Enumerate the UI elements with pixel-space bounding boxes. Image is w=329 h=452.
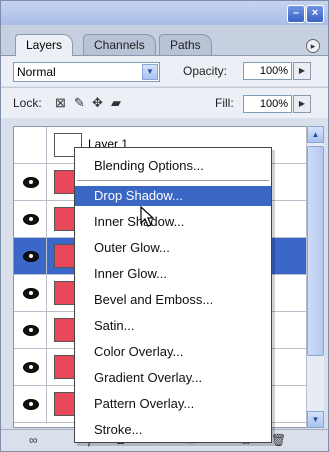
- scroll-up-icon[interactable]: ▲: [307, 126, 324, 143]
- eye-icon: [23, 288, 39, 299]
- close-icon[interactable]: ×: [306, 5, 324, 23]
- menu-item-color-overlay[interactable]: Color Overlay...: [75, 342, 271, 362]
- lock-all-icon[interactable]: ▰: [111, 96, 121, 110]
- blend-mode-select[interactable]: Normal ▼: [13, 62, 160, 82]
- menu-item-bevel-and-emboss[interactable]: Bevel and Emboss...: [75, 290, 271, 310]
- scroll-thumb[interactable]: [307, 146, 324, 356]
- menu-item-stroke[interactable]: Stroke...: [75, 420, 271, 440]
- menu-item-outer-glow[interactable]: Outer Glow...: [75, 238, 271, 258]
- visibility-toggle[interactable]: [14, 275, 47, 311]
- lock-row: Lock: ⊠ ✎ ✥ ▰ Fill: 100% ▶: [1, 87, 328, 118]
- blend-mode-value: Normal: [17, 65, 56, 79]
- minimize-icon[interactable]: –: [287, 5, 305, 23]
- chevron-down-icon[interactable]: ▼: [142, 64, 158, 80]
- menu-item-gradient-overlay[interactable]: Gradient Overlay...: [75, 368, 271, 388]
- tab-layers[interactable]: Layers: [15, 34, 74, 56]
- tab-paths[interactable]: Paths: [159, 34, 212, 55]
- opacity-label: Opacity:: [183, 64, 228, 78]
- visibility-toggle[interactable]: [14, 349, 47, 385]
- menu-item-inner-shadow[interactable]: Inner Shadow...: [75, 212, 271, 232]
- blend-row: Normal ▼ Opacity: 100% ▶: [1, 56, 328, 86]
- visibility-toggle[interactable]: [14, 238, 47, 274]
- lock-move-icon[interactable]: ✥: [92, 96, 103, 110]
- eye-icon: [23, 325, 39, 336]
- menu-item-inner-glow[interactable]: Inner Glow...: [75, 264, 271, 284]
- fill-label: Fill:: [215, 96, 234, 110]
- fill-slider-arrow-icon[interactable]: ▶: [293, 95, 311, 113]
- link-layers-icon[interactable]: ∞: [29, 433, 38, 447]
- fill-field[interactable]: 100%: [243, 95, 292, 113]
- menu-separator: [77, 180, 269, 181]
- eye-icon: [23, 251, 39, 262]
- visibility-toggle[interactable]: [14, 164, 47, 200]
- tab-channels[interactable]: Channels: [83, 34, 156, 55]
- menu-item-pattern-overlay[interactable]: Pattern Overlay...: [75, 394, 271, 414]
- lock-transparent-icon[interactable]: ⊠: [55, 96, 66, 110]
- opacity-field[interactable]: 100%: [243, 62, 292, 80]
- cursor-arrow-icon: [140, 206, 155, 227]
- visibility-toggle[interactable]: [14, 201, 47, 237]
- palette-tabs: Layers Channels Paths ▸: [1, 25, 328, 56]
- eye-icon: [23, 362, 39, 373]
- layer-style-context-menu: Blending Options... Drop Shadow... Inner S…: [74, 147, 272, 443]
- eye-icon: [23, 214, 39, 225]
- visibility-toggle[interactable]: [14, 386, 47, 422]
- visibility-toggle[interactable]: [14, 127, 47, 163]
- eye-icon: [23, 399, 39, 410]
- scroll-down-icon[interactable]: ▼: [307, 411, 324, 428]
- visibility-toggle[interactable]: [14, 312, 47, 348]
- menu-item-satin[interactable]: Satin...: [75, 316, 271, 336]
- layers-scrollbar[interactable]: ▲ ▼: [306, 126, 324, 428]
- menu-item-drop-shadow[interactable]: Drop Shadow...: [75, 186, 271, 206]
- palette-menu-icon[interactable]: ▸: [306, 39, 320, 53]
- palette-titlebar: – ×: [1, 1, 328, 25]
- lock-brush-icon[interactable]: ✎: [74, 96, 85, 110]
- menu-item-blending-options[interactable]: Blending Options...: [75, 156, 271, 176]
- trash-icon[interactable]: 🗑: [271, 433, 286, 447]
- eye-icon: [23, 177, 39, 188]
- opacity-slider-arrow-icon[interactable]: ▶: [293, 62, 311, 80]
- lock-label: Lock:: [13, 96, 42, 110]
